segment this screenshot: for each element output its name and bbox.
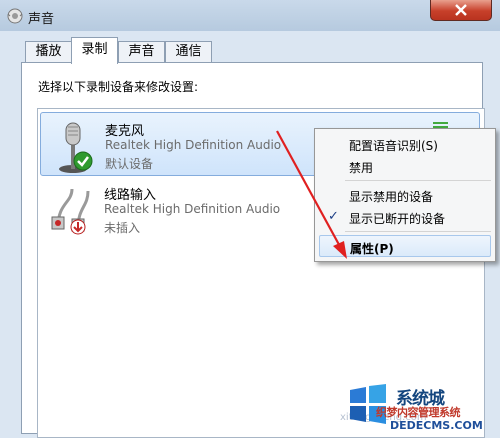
title-bar: 声音 — [0, 0, 500, 31]
site-watermark: DEDECMS.COM — [390, 419, 483, 432]
brand-watermark: 织梦内容管理系统 — [376, 406, 461, 419]
green-check-icon — [73, 151, 93, 171]
checkmark-icon: ✓ — [328, 209, 339, 224]
device-status: 未插入 — [104, 221, 141, 235]
device-name: 麦克风 — [105, 124, 145, 139]
menu-item-disable[interactable]: 禁用 — [319, 155, 491, 177]
device-name: 线路输入 — [104, 188, 157, 203]
close-icon — [455, 4, 467, 16]
menu-separator — [345, 180, 491, 181]
window-title: 声音 — [28, 12, 55, 27]
speaker-icon — [7, 8, 23, 24]
context-menu: 配置语音识别(S) 禁用 显示禁用的设备 ✓ 显示已断开的设备 属性(P) — [314, 128, 496, 262]
device-status: 默认设备 — [105, 157, 154, 171]
menu-item-show-disabled[interactable]: 显示禁用的设备 — [319, 184, 491, 206]
device-driver: Realtek High Definition Audio — [104, 202, 281, 216]
red-down-arrow-icon — [70, 219, 86, 235]
instruction-text: 选择以下录制设备来修改设置: — [38, 80, 199, 94]
tab-playback[interactable]: 播放 — [25, 41, 72, 63]
menu-separator — [345, 231, 491, 232]
device-driver: Realtek High Definition Audio — [105, 138, 282, 152]
tab-sounds[interactable]: 声音 — [118, 41, 165, 63]
menu-item-configure-speech[interactable]: 配置语音识别(S) — [319, 133, 491, 155]
tab-recording[interactable]: 录制 — [71, 37, 118, 64]
close-button[interactable] — [430, 0, 492, 21]
menu-item-properties[interactable]: 属性(P) — [319, 235, 491, 257]
menu-item-show-disconnected[interactable]: ✓ 显示已断开的设备 — [319, 206, 491, 228]
tab-communications[interactable]: 通信 — [165, 41, 212, 63]
